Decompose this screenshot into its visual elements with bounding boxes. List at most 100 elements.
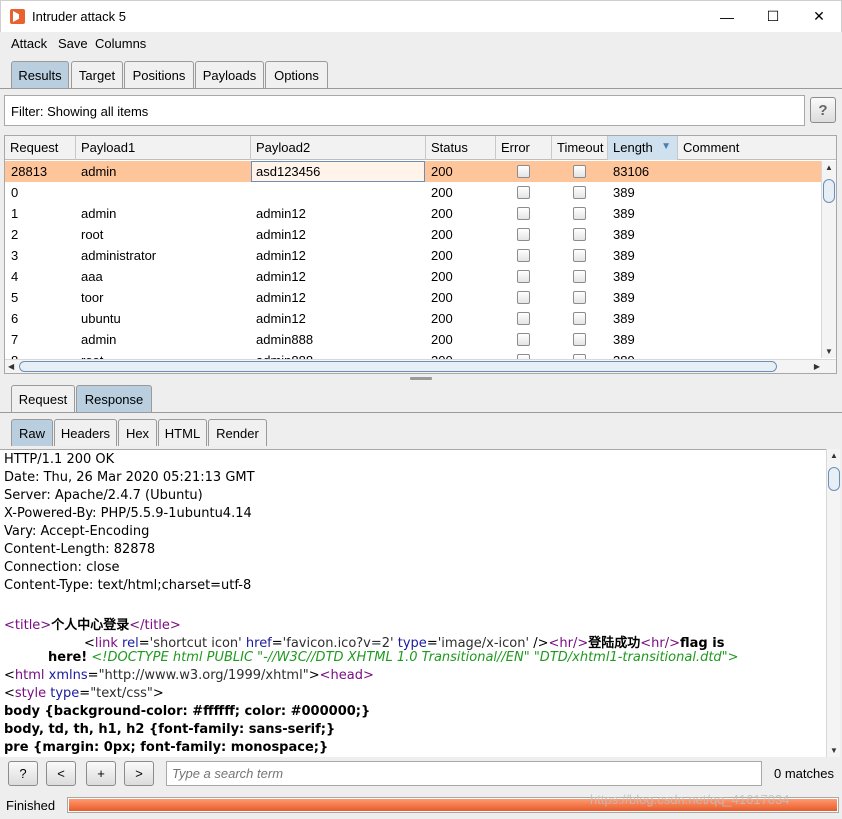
title-open-tag: <title> <box>4 618 52 633</box>
table-row[interactable]: 7 admin admin888 200 389 <box>5 329 823 350</box>
tab-results[interactable]: Results <box>11 61 69 88</box>
minimize-button[interactable]: — <box>704 1 750 32</box>
cell-request: 5 <box>11 290 19 305</box>
col-request[interactable]: Request <box>5 136 76 160</box>
col-status[interactable]: Status <box>426 136 496 160</box>
timeout-checkbox <box>573 186 586 199</box>
tab-positions[interactable]: Positions <box>124 61 194 88</box>
cell-payload2: admin12 <box>256 269 306 284</box>
response-header: Vary: Accept-Encoding <box>4 524 150 539</box>
table-row[interactable]: 1 admin admin12 200 389 <box>5 203 823 224</box>
html-tag: html <box>14 668 45 683</box>
hr-tag: <hr/> <box>640 636 681 651</box>
tab-payloads[interactable]: Payloads <box>195 61 264 88</box>
scroll-down-icon[interactable]: ▼ <box>830 746 838 755</box>
tab-divider <box>0 88 842 89</box>
menu-attack[interactable]: Attack <box>11 36 47 51</box>
col-length-label: Length <box>613 140 653 155</box>
search-add-button[interactable]: + <box>86 761 116 786</box>
cell-payload2: admin12 <box>256 206 306 221</box>
table-hscroll-thumb[interactable] <box>19 361 777 372</box>
val-type: 'image/x-icon' <box>437 636 530 651</box>
tab-headers[interactable]: Headers <box>54 419 117 446</box>
pane-splitter-handle[interactable] <box>410 377 432 380</box>
cell-length: 389 <box>613 311 635 326</box>
col-length[interactable]: Length ▼ <box>608 136 678 160</box>
menu-bar: Attack Save Columns <box>0 32 842 56</box>
scroll-up-icon[interactable]: ▲ <box>825 163 833 172</box>
filter-label: Filter: Showing all items <box>11 104 149 119</box>
tab-render[interactable]: Render <box>208 419 267 446</box>
detail-tabs: Request Response <box>0 385 842 412</box>
maximize-button[interactable]: ☐ <box>750 1 796 32</box>
table-horizontal-scrollbar[interactable]: ◀ ▶ <box>5 359 836 373</box>
body-line-style: <style type="text/css"> <box>4 686 164 701</box>
error-checkbox <box>517 270 530 283</box>
search-next-button[interactable]: > <box>124 761 154 786</box>
scroll-up-icon[interactable]: ▲ <box>830 451 838 460</box>
table-row[interactable]: 3 administrator admin12 200 389 <box>5 245 823 266</box>
col-payload2[interactable]: Payload2 <box>251 136 426 160</box>
cell-status: 200 <box>431 227 453 242</box>
cell-payload1: root <box>81 227 104 242</box>
table-row[interactable]: 0 200 389 <box>5 182 823 203</box>
val-rel: 'shortcut icon' <box>149 636 242 651</box>
table-row[interactable]: 5 toor admin12 200 389 <box>5 287 823 308</box>
response-scroll-thumb[interactable] <box>828 467 840 491</box>
close-button[interactable]: ✕ <box>796 1 842 32</box>
cell-status: 200 <box>431 185 453 200</box>
menu-columns[interactable]: Columns <box>95 36 146 51</box>
val-href: 'favicon.ico?v=2' <box>282 636 394 651</box>
response-vertical-scrollbar[interactable]: ▲ ▼ <box>826 449 840 757</box>
cell-status: 200 <box>431 269 453 284</box>
table-row[interactable]: 2 root admin12 200 389 <box>5 224 823 245</box>
css-line: body {background-color: #ffffff; color: … <box>4 704 371 719</box>
status-text: Finished <box>6 798 56 813</box>
cell-request: 4 <box>11 269 19 284</box>
cell-payload1: admin <box>81 332 117 347</box>
tab-hex[interactable]: Hex <box>118 419 157 446</box>
tab-request[interactable]: Request <box>11 385 75 412</box>
tab-response[interactable]: Response <box>76 385 152 412</box>
table-row[interactable]: 4 aaa admin12 200 389 <box>5 266 823 287</box>
filter-bar[interactable]: Filter: Showing all items <box>4 95 805 126</box>
error-checkbox <box>517 312 530 325</box>
cell-payload1: aaa <box>81 269 103 284</box>
table-row[interactable]: 6 ubuntu admin12 200 389 <box>5 308 823 329</box>
response-raw-view[interactable]: HTTP/1.1 200 OK Date: Thu, 26 Mar 2020 0… <box>0 449 826 757</box>
cell-payload2: admin888 <box>256 332 314 347</box>
filter-help-button[interactable]: ? <box>810 97 836 123</box>
scroll-down-icon[interactable]: ▼ <box>825 347 833 356</box>
cell-length: 389 <box>613 332 635 347</box>
timeout-checkbox <box>573 291 586 304</box>
col-timeout[interactable]: Timeout <box>552 136 608 160</box>
error-checkbox <box>517 291 530 304</box>
cell-payload2: admin12 <box>256 290 306 305</box>
table-row[interactable]: 28813 admin asd123456 200 83106 <box>5 161 823 182</box>
timeout-checkbox <box>573 207 586 220</box>
doctype-text: <!DOCTYPE html PUBLIC "-//W3C//DTD XHTML… <box>91 650 739 665</box>
cell-length: 389 <box>613 206 635 221</box>
tab-options[interactable]: Options <box>265 61 328 88</box>
flag-text: flag is <box>680 636 725 651</box>
search-help-button[interactable]: ? <box>8 761 38 786</box>
table-vertical-scrollbar[interactable]: ▲ ▼ <box>821 161 836 358</box>
cell-request: 1 <box>11 206 19 221</box>
col-comment[interactable]: Comment <box>678 136 836 160</box>
tab-html[interactable]: HTML <box>158 419 207 446</box>
tab-target[interactable]: Target <box>71 61 123 88</box>
scroll-left-icon[interactable]: ◀ <box>8 362 14 371</box>
scroll-right-icon[interactable]: ▶ <box>814 362 820 371</box>
link-end: /> <box>533 636 549 651</box>
col-error[interactable]: Error <box>496 136 552 160</box>
menu-save[interactable]: Save <box>58 36 88 51</box>
col-payload1[interactable]: Payload1 <box>76 136 251 160</box>
timeout-checkbox <box>573 249 586 262</box>
tab-raw[interactable]: Raw <box>11 419 53 446</box>
search-input[interactable] <box>166 761 762 786</box>
search-prev-button[interactable]: < <box>46 761 76 786</box>
table-scroll-thumb[interactable] <box>823 179 835 203</box>
cell-length: 389 <box>613 227 635 242</box>
cell-request: 3 <box>11 248 19 263</box>
style-tag: style <box>14 686 47 701</box>
